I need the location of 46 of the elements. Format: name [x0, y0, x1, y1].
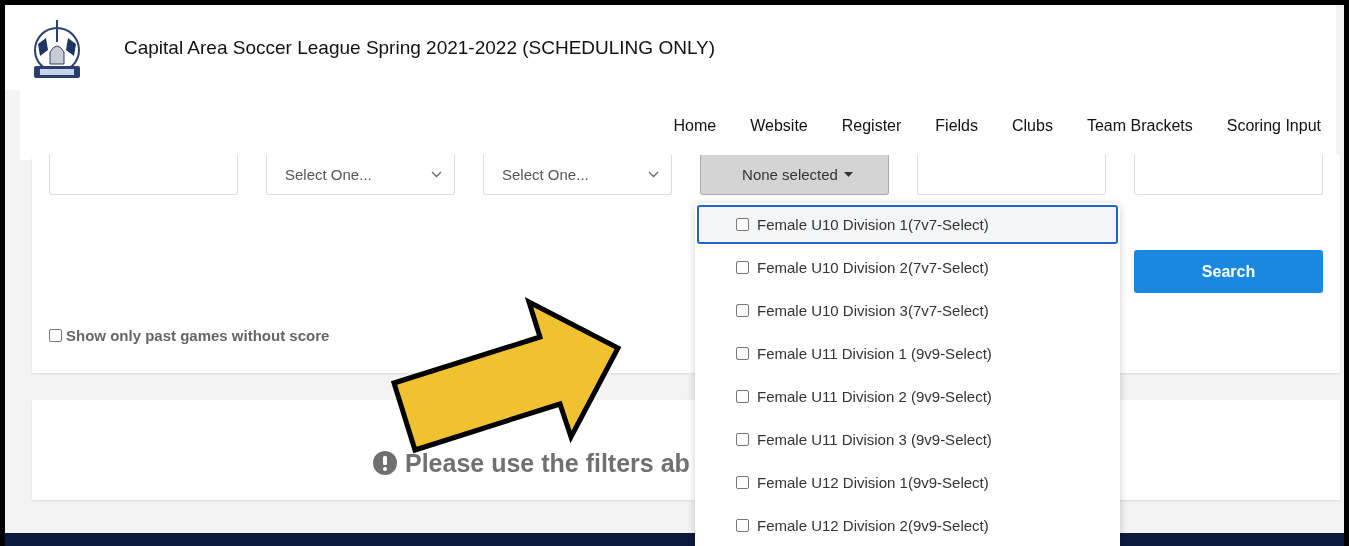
checkbox[interactable]	[736, 519, 749, 532]
text-field[interactable]	[917, 155, 1106, 195]
dropdown-option[interactable]: Female U11 Division 3 (9v9-Select)	[697, 420, 1118, 459]
dropdown-option[interactable]: Female U12 Division 1(9v9-Select)	[697, 463, 1118, 502]
dropdown-option[interactable]: Female U10 Division 3(7v7-Select)	[697, 291, 1118, 330]
nav-link[interactable]: Fields	[935, 117, 978, 135]
text-field[interactable]	[49, 155, 238, 195]
option-label: Female U12 Division 1(9v9-Select)	[757, 474, 989, 491]
filter-message: Please use the filters ab	[405, 448, 690, 478]
checkbox[interactable]	[736, 347, 749, 360]
option-label: Female U10 Division 1(7v7-Select)	[757, 216, 989, 233]
caret-icon	[843, 172, 853, 177]
nav-link[interactable]: Clubs	[1012, 117, 1053, 135]
option-label: Female U11 Division 3 (9v9-Select)	[757, 431, 992, 448]
nav-link[interactable]: Scoring Input	[1226, 117, 1321, 135]
chevron-icon	[648, 171, 659, 178]
checkbox-label: Show only past games without score	[66, 327, 330, 344]
dropdown-option[interactable]: Female U11 Division 1 (9v9-Select)	[697, 334, 1118, 373]
nav-link[interactable]: Website	[750, 117, 808, 135]
nav-link[interactable]: Home	[673, 117, 717, 135]
option-label: Female U10 Division 2(7v7-Select)	[757, 259, 989, 276]
league-title: Capital Area Soccer League Spring 2021-2022 (SCHEDULING ONLY)	[124, 36, 716, 59]
checkbox[interactable]	[49, 329, 62, 342]
multiselect-button[interactable]: None selected	[700, 155, 889, 195]
option-label: Female U11 Division 2 (9v9-Select)	[757, 388, 992, 405]
chevron-icon	[431, 171, 442, 178]
option-label: Female U10 Division 3(7v7-Select)	[757, 302, 989, 319]
exclamation-icon	[373, 451, 397, 475]
select-dropdown[interactable]: Select One...	[483, 155, 672, 195]
select-dropdown[interactable]: Select One...	[266, 155, 455, 195]
option-label: Female U12 Division 2(9v9-Select)	[757, 517, 989, 534]
checkbox[interactable]	[736, 304, 749, 317]
search-button[interactable]: Search	[1134, 250, 1323, 293]
option-label: Female U11 Division 1 (9v9-Select)	[757, 345, 992, 362]
checkbox[interactable]	[736, 261, 749, 274]
nav-link[interactable]: Team Brackets	[1086, 117, 1193, 135]
checkbox[interactable]	[736, 218, 749, 231]
checkbox[interactable]	[736, 476, 749, 489]
dropdown-option[interactable]: Female U10 Division 2(7v7-Select)	[697, 248, 1118, 287]
dropdown-option[interactable]: Female U10 Division 1(7v7-Select)	[697, 205, 1118, 244]
dropdown-option[interactable]: Female U12 Division 2(9v9-Select)	[697, 506, 1118, 545]
checkbox[interactable]	[736, 390, 749, 403]
nav-link[interactable]: Register	[841, 117, 902, 135]
checkbox[interactable]	[736, 433, 749, 446]
dropdown-option[interactable]: Female U11 Division 2 (9v9-Select)	[697, 377, 1118, 416]
text-field[interactable]	[1134, 155, 1323, 195]
